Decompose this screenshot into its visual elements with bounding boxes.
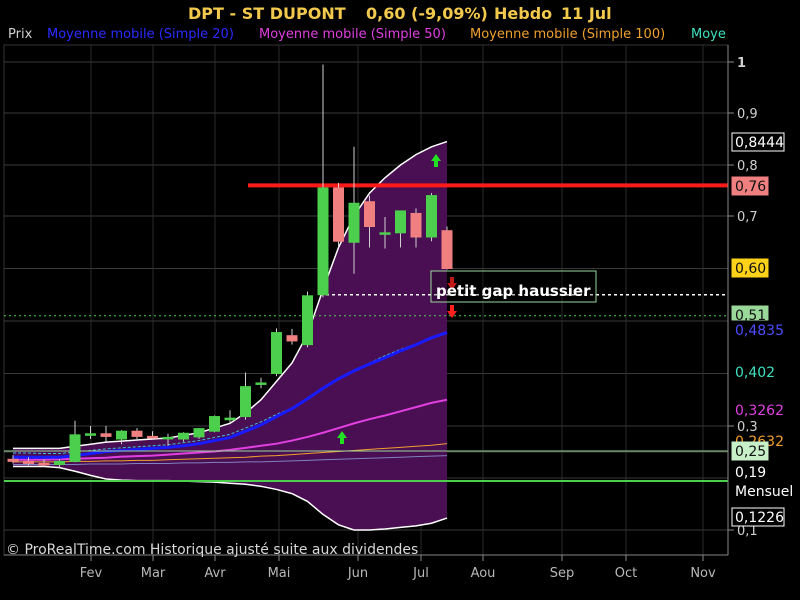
- candle-body: [178, 432, 189, 440]
- x-tick-label: Jun: [347, 566, 368, 581]
- x-tick-label: Aou: [471, 566, 496, 581]
- annotation-group: petit gap haussier: [430, 270, 597, 303]
- y-tick-label: 0,8: [737, 159, 758, 174]
- legend-item-0: Prix: [8, 27, 33, 42]
- x-tick-label: Fev: [80, 566, 103, 581]
- value-label-text: 0,8444: [735, 135, 784, 151]
- candle-body: [147, 435, 158, 439]
- legend-item-4: Moye: [691, 27, 726, 42]
- candle-body: [193, 428, 205, 438]
- candle-body: [379, 232, 391, 235]
- value-label-text: 0,60: [735, 261, 766, 277]
- x-tick-label: Jul: [412, 566, 429, 581]
- x-tick-label: Avr: [204, 566, 226, 581]
- y-tick-label: 1: [737, 56, 746, 71]
- candle-body: [395, 210, 406, 234]
- candle-body: [271, 332, 282, 374]
- indicator-legend: Prix Moyenne mobile (Simple 20) Moyenne mo…: [8, 27, 726, 42]
- value-label-text: 0,19: [735, 465, 766, 481]
- candle-body: [23, 460, 34, 464]
- candle-body: [131, 430, 143, 437]
- annotation-text: petit gap haussier: [436, 282, 591, 300]
- candle-body: [364, 201, 375, 228]
- value-label-text: 0,76: [735, 179, 766, 195]
- header-period: Hebdo: [494, 4, 552, 23]
- legend-item-2: Moyenne mobile (Simple 50): [259, 27, 446, 42]
- candle-body: [209, 416, 220, 432]
- value-label-text: 0,402: [735, 365, 775, 381]
- legend-item-3: Moyenne mobile (Simple 100): [470, 27, 665, 42]
- candle-body: [410, 212, 422, 238]
- value-label-text: 0,4835: [735, 323, 784, 339]
- value-label-text: 0,1226: [735, 510, 784, 526]
- candle-body: [162, 436, 174, 440]
- candle-body: [333, 187, 344, 242]
- x-tick-label: Mai: [268, 566, 291, 581]
- header-quote: 0,60 (-9,09%): [366, 4, 488, 23]
- header-date: 11 Jul: [561, 4, 612, 23]
- candle-body: [7, 458, 19, 462]
- x-tick-label: Sep: [550, 566, 575, 581]
- candle-body: [426, 195, 437, 238]
- candle-body: [240, 386, 251, 418]
- candle-body: [69, 434, 81, 462]
- candle-body: [224, 417, 236, 421]
- candle-body: [286, 335, 298, 342]
- candle-body: [441, 230, 453, 269]
- candle-body: [348, 202, 360, 243]
- candle-body: [54, 460, 65, 465]
- chart-header: DPT - ST DUPONT 0,60 (-9,09%) Hebdo 11 J…: [188, 4, 612, 23]
- candle-body: [38, 462, 50, 466]
- y-tick-label: 0,7: [737, 210, 758, 225]
- copyright-text: © ProRealTime.com Historique ajusté suit…: [6, 542, 418, 558]
- candle-body: [85, 433, 96, 436]
- y-tick-label: 0,9: [737, 107, 758, 122]
- candle-body: [302, 295, 313, 346]
- candle-body: [100, 433, 112, 437]
- candle-body: [317, 187, 329, 296]
- value-label-text: 0,25: [735, 444, 766, 460]
- x-tick-label: Nov: [690, 566, 716, 581]
- value-label-text: Mensuel: [735, 484, 793, 500]
- x-tick-label: Mar: [141, 566, 166, 581]
- header-symbol: DPT - ST DUPONT: [188, 4, 346, 23]
- legend-item-1: Moyenne mobile (Simple 20): [47, 27, 234, 42]
- price-chart[interactable]: DPT - ST DUPONT 0,60 (-9,09%) Hebdo 11 J…: [0, 0, 800, 600]
- x-tick-label: Oct: [615, 566, 637, 581]
- candle-body: [255, 382, 267, 385]
- value-label-text: 0,3262: [735, 403, 784, 419]
- candle-body: [116, 430, 127, 440]
